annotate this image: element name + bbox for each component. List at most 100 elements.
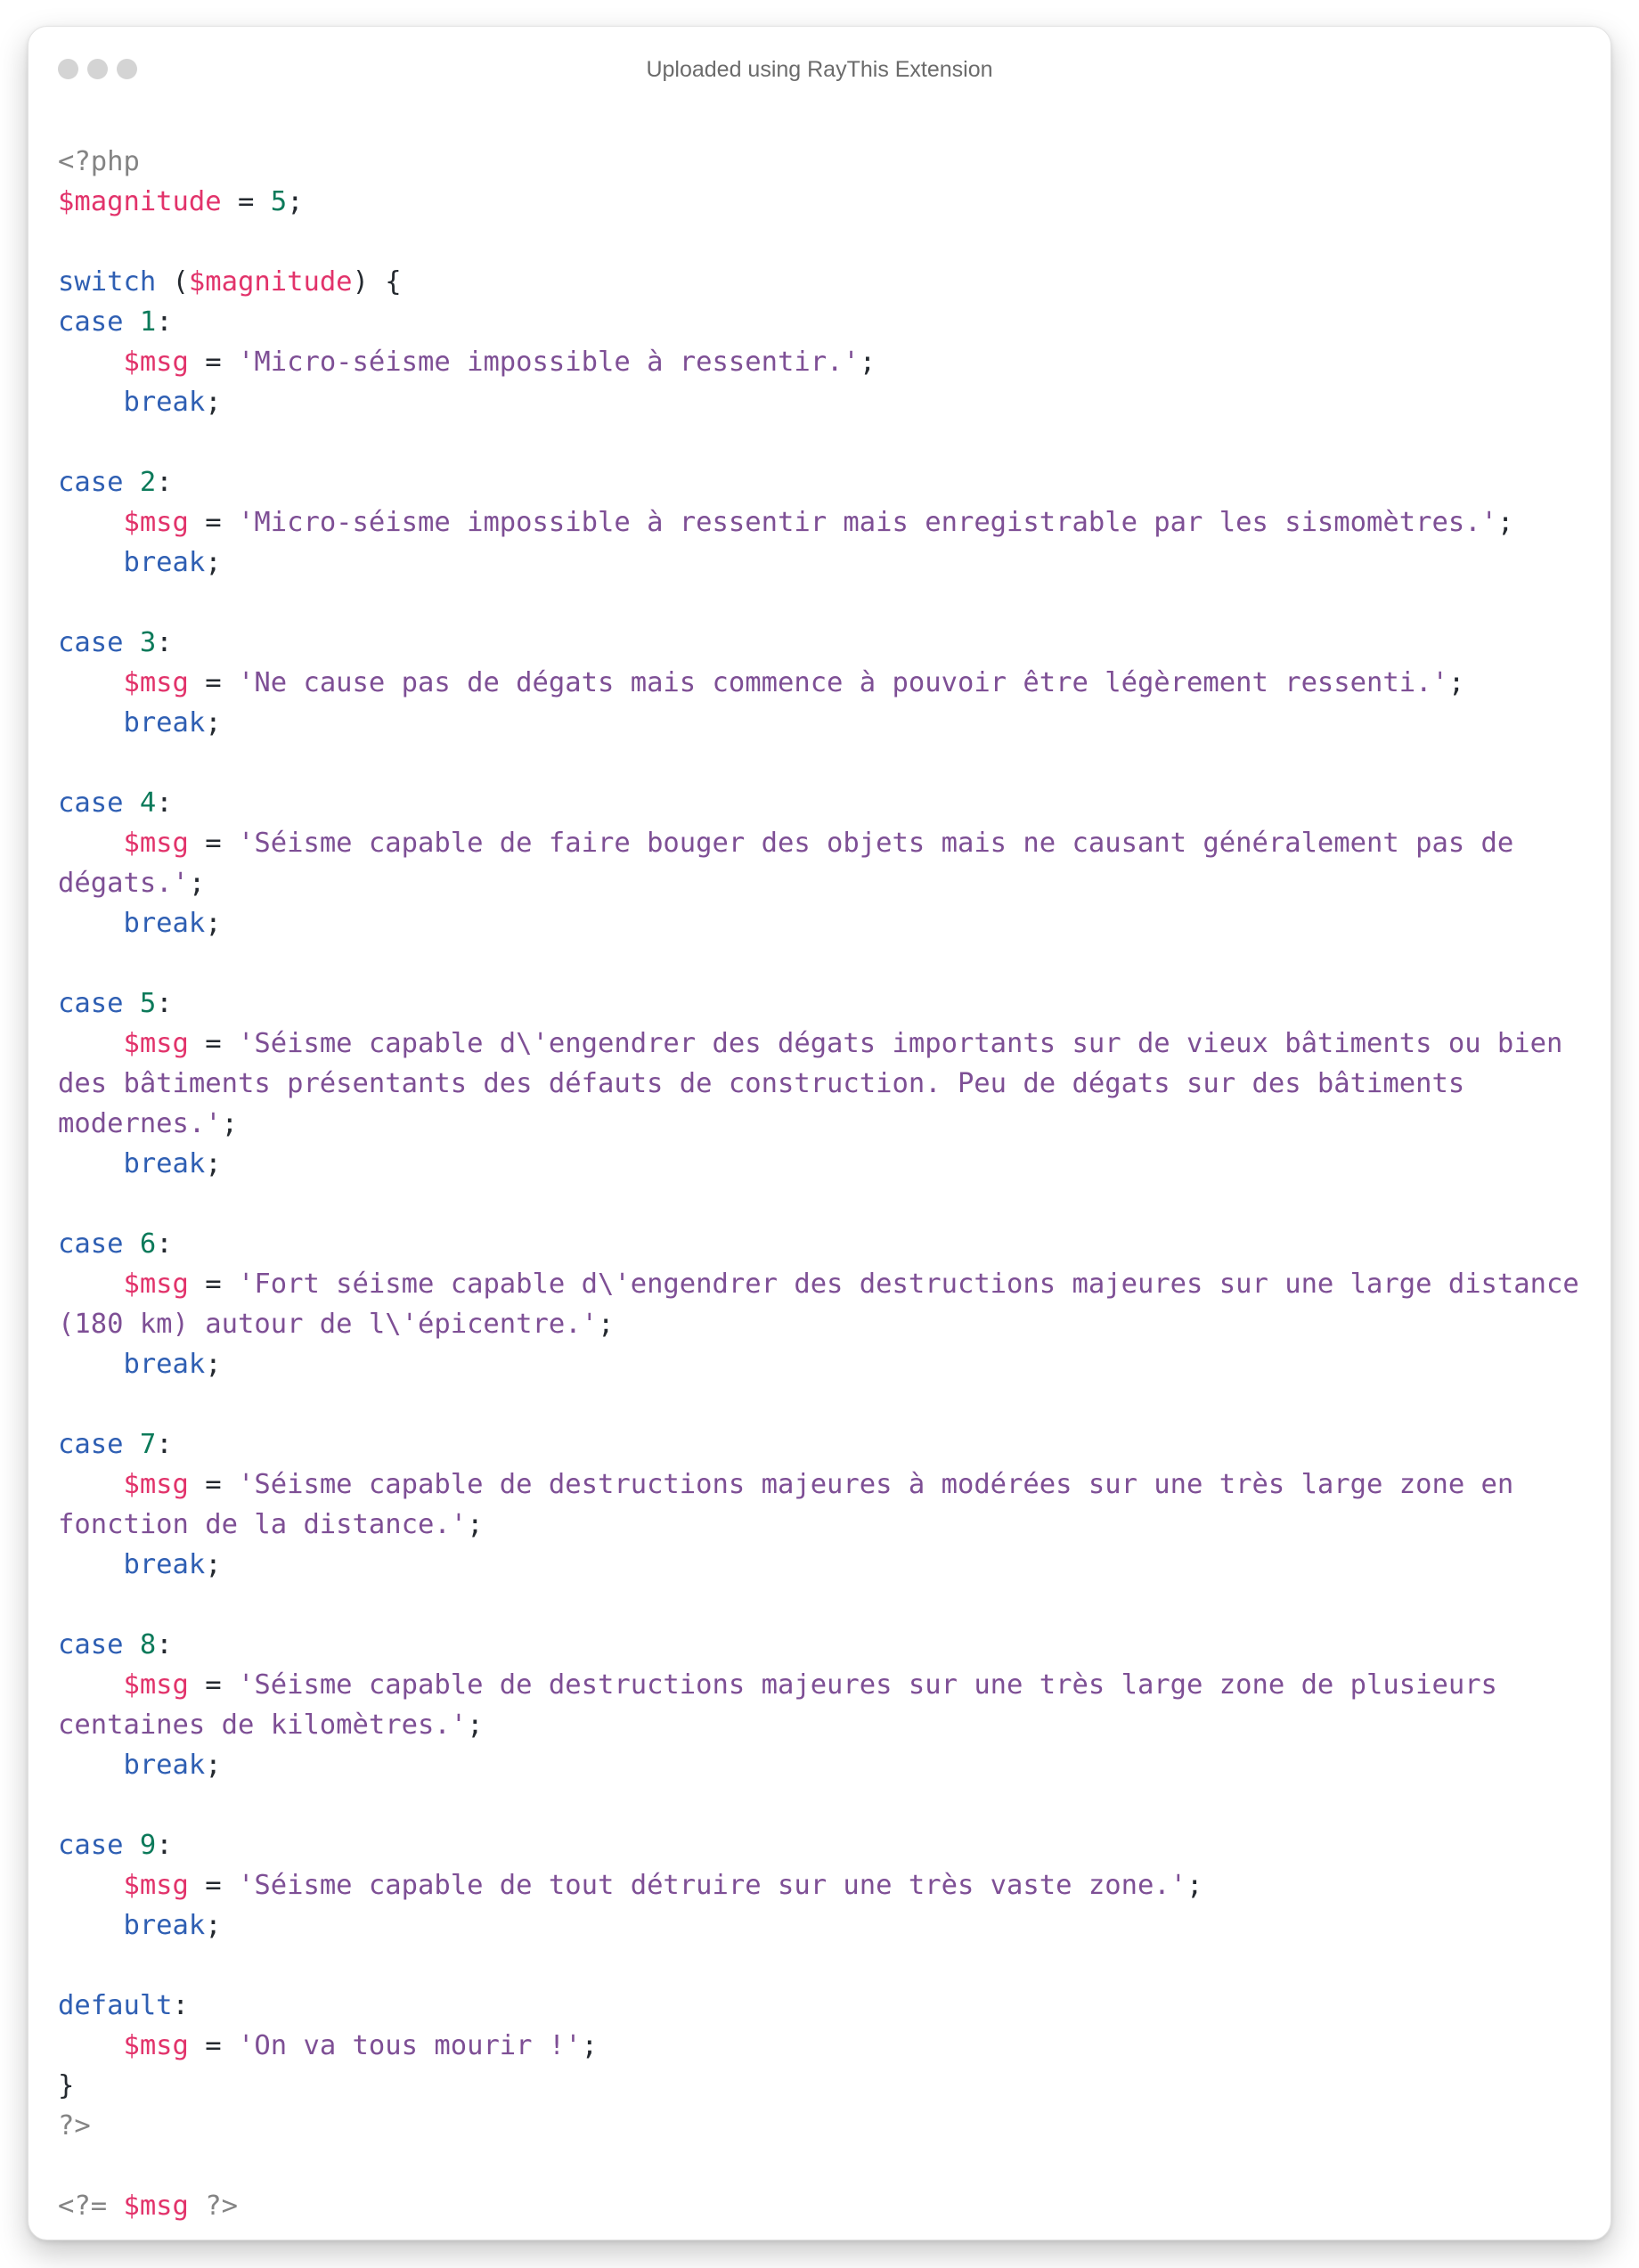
string-token: 'Ne cause pas de dégats mais commence à … [238, 667, 1448, 698]
punctuation-token [58, 1028, 123, 1059]
code-line: $msg = 'Séisme capable de destructions m… [58, 1665, 1592, 1705]
punctuation-token: ; [1186, 1870, 1203, 1901]
number-token: 3 [139, 627, 157, 658]
punctuation-token: } [58, 2070, 75, 2101]
number-token: 4 [139, 787, 157, 819]
variable-token: $msg [123, 828, 189, 859]
punctuation-token [123, 467, 139, 498]
code-line: case 4: [58, 783, 1592, 823]
variable-token: $msg [123, 1669, 189, 1701]
code-line: break; [58, 703, 1592, 743]
keyword-token: default [58, 1990, 173, 2021]
punctuation-token: ; [205, 547, 222, 578]
punctuation-token [58, 387, 123, 418]
punctuation-token: ) { [352, 266, 402, 298]
punctuation-token: : [156, 1830, 173, 1861]
punctuation-token: ; [1496, 507, 1514, 538]
code-line: break; [58, 1745, 1592, 1785]
string-token: 'Séisme capable d\'engendrer des dégats … [238, 1028, 1563, 1059]
variable-token: $msg [123, 2030, 189, 2061]
punctuation-token [58, 1549, 123, 1580]
punctuation-token [123, 1228, 139, 1260]
punctuation-token [58, 908, 123, 939]
keyword-token: break [123, 547, 206, 578]
punctuation-token [123, 988, 139, 1019]
code-line: dégats.'; [58, 863, 1592, 903]
code-line: case 3: [58, 623, 1592, 663]
punctuation-token [123, 1629, 139, 1660]
variable-token: $msg [123, 1870, 189, 1901]
punctuation-token: : [156, 1429, 173, 1460]
punctuation-token [58, 2030, 123, 2061]
string-token: 'Séisme capable de faire bouger des obje… [238, 828, 1514, 859]
punctuation-token: = [188, 1469, 238, 1500]
string-token: 'Fort séisme capable d\'engendrer des de… [238, 1269, 1579, 1300]
punctuation-token: ; [859, 347, 877, 378]
code-line: ?> [58, 2106, 1592, 2146]
number-token: 5 [139, 988, 157, 1019]
punctuation-token: : [156, 787, 173, 819]
code-line: break; [58, 1344, 1592, 1384]
punctuation-token: ; [467, 1709, 484, 1741]
number-token: 9 [139, 1830, 157, 1861]
punctuation-token: = [188, 2030, 238, 2061]
keyword-token: case [58, 467, 124, 498]
punctuation-token: ; [597, 1309, 615, 1340]
code-line: case 1: [58, 302, 1592, 342]
string-token: 'Séisme capable de tout détruire sur une… [238, 1870, 1187, 1901]
code-line: $magnitude = 5; [58, 182, 1592, 222]
punctuation-token: ; [205, 387, 222, 418]
punctuation-token [58, 1910, 123, 1941]
keyword-token: break [123, 1148, 206, 1179]
code-line: $msg = 'Séisme capable de tout détruire … [58, 1865, 1592, 1905]
variable-token: $msg [123, 507, 189, 538]
string-token: 'Séisme capable de destructions majeures… [238, 1669, 1497, 1701]
code-line: $msg = 'Séisme capable de destructions m… [58, 1464, 1592, 1505]
php-tag-token: ?> [188, 2190, 238, 2222]
punctuation-token: : [172, 1990, 189, 2021]
string-token: 'On va tous mourir !' [238, 2030, 582, 2061]
punctuation-token: : [156, 627, 173, 658]
number-token: 7 [139, 1429, 157, 1460]
php-tag-token: <?= [58, 2190, 124, 2222]
punctuation-token [58, 1469, 123, 1500]
punctuation-token: ; [205, 707, 222, 738]
keyword-token: break [123, 908, 206, 939]
punctuation-token: ; [287, 186, 304, 217]
variable-token: $msg [123, 1469, 189, 1500]
punctuation-token [123, 1830, 139, 1861]
number-token: 6 [139, 1228, 157, 1260]
string-token: dégats.' [58, 868, 189, 899]
punctuation-token [123, 306, 139, 338]
code-line: case 8: [58, 1625, 1592, 1665]
punctuation-token [58, 347, 123, 378]
punctuation-token: = [188, 1028, 238, 1059]
punctuation-token: = [188, 1870, 238, 1901]
code-line: $msg = 'Micro-séisme impossible à ressen… [58, 502, 1592, 543]
punctuation-token: = [188, 1269, 238, 1300]
code-line: switch ($magnitude) { [58, 262, 1592, 302]
keyword-token: break [123, 1750, 206, 1781]
code-line: <?php [58, 142, 1592, 182]
keyword-token: break [123, 1910, 206, 1941]
punctuation-token: : [156, 1228, 173, 1260]
punctuation-token: ; [205, 1910, 222, 1941]
number-token: 8 [139, 1629, 157, 1660]
punctuation-token [123, 1429, 139, 1460]
code-line: break; [58, 1905, 1592, 1946]
code-line: break; [58, 903, 1592, 943]
string-token: 'Micro-séisme impossible à ressentir.' [238, 347, 860, 378]
code-line: case 6: [58, 1224, 1592, 1264]
punctuation-token: ; [205, 1349, 222, 1380]
code-line: modernes.'; [58, 1104, 1592, 1144]
punctuation-token: ; [205, 1148, 222, 1179]
punctuation-token: ; [581, 2030, 598, 2061]
punctuation-token [58, 1750, 123, 1781]
punctuation-token [58, 1669, 123, 1701]
code-line: fonction de la distance.'; [58, 1505, 1592, 1545]
variable-token: $magnitude [58, 186, 222, 217]
